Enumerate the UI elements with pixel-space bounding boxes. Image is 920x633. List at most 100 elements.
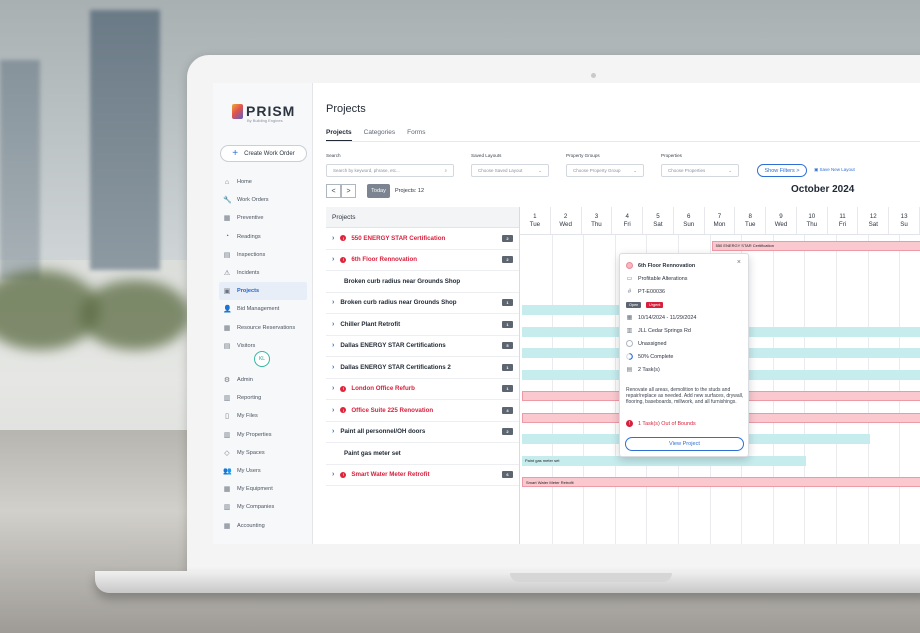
popup-out-of-bounds: ! 1 Task(s) Out of Bounds (626, 420, 696, 427)
sidebar-item-home[interactable]: ⌂ Home (213, 173, 313, 191)
sidebar-item-label: Admin (237, 377, 253, 384)
sidebar-item-bid-management[interactable]: 👤 Bid Management (213, 300, 313, 318)
project-row[interactable]: › Dallas ENERGY STAR Certifications 2 1 (326, 357, 519, 379)
grid-line (836, 235, 837, 544)
calendar-days-header: 1 Tue 2 Wed 3 Thu 4 Fri 5 Sat 6 Sun 7 Mon 8 Tue 9 Wed 10 Th… (520, 207, 920, 235)
sidebar-item-reporting[interactable]: ▥ Reporting (213, 389, 313, 407)
calendar-day: 5 Sat (643, 207, 674, 234)
save-layout-link[interactable]: ▣ Save New Layout (814, 167, 855, 173)
project-row[interactable]: ›! 550 ENERGY STAR Certification 2 (326, 228, 519, 250)
popup-assignee-row: Unassigned (626, 340, 666, 347)
sidebar-item-label: My Files (237, 413, 258, 420)
sidebar-item-my-companies[interactable]: ▥ My Companies (213, 498, 313, 516)
tab-forms[interactable]: Forms (407, 129, 425, 141)
prev-button[interactable]: < (326, 184, 341, 198)
sidebar-item-resource-reservations[interactable]: ▦ Resource Reservations (213, 319, 313, 337)
day-number: 7 (717, 213, 722, 220)
chevron-right-icon[interactable]: › (332, 299, 334, 306)
view-project-button[interactable]: View Project (625, 437, 744, 451)
sidebar-item-label: My Properties (237, 431, 272, 438)
chevron-right-icon[interactable]: › (332, 342, 334, 349)
project-row[interactable]: ›! 6th Floor Rennovation 2 (326, 250, 519, 271)
sidebar-item-projects[interactable]: ▣ Projects (219, 282, 307, 301)
sidebar-item-my-equipment[interactable]: ▦ My Equipment (213, 480, 313, 498)
project-list-header: Projects (326, 207, 519, 228)
chevron-right-icon[interactable]: › (332, 256, 334, 263)
tab-categories[interactable]: Categories (364, 129, 395, 141)
grid-line (551, 235, 553, 544)
chevron-down-icon: ⌄ (728, 167, 732, 173)
project-row[interactable]: › Chiller Plant Retrofit 1 (326, 314, 519, 336)
alert-icon: ! (340, 385, 347, 392)
chevron-right-icon[interactable]: › (332, 235, 334, 242)
gantt-bar[interactable]: Paint gas meter set (522, 455, 807, 466)
day-weekday: Wed (774, 221, 788, 228)
search-input[interactable]: Search by keyword, phrase, etc... ⌕ (326, 164, 454, 177)
status-dot-icon (626, 262, 633, 269)
properties-select[interactable]: Choose Properties ⌄ (661, 164, 739, 177)
task-count-badge: 5 (502, 342, 513, 350)
avatar[interactable]: KL (254, 351, 270, 367)
project-row[interactable]: › Dallas ENERGY STAR Certifications 5 (326, 336, 519, 357)
badge-icon: ▤ (223, 342, 231, 350)
gantt-bar[interactable]: Smart Water Meter Retrofit (522, 477, 920, 487)
tab-projects[interactable]: Projects (326, 129, 352, 141)
popup-tasks-row: ▤ 2 Task(s) (626, 366, 660, 374)
grid-line (614, 235, 616, 544)
grid-line (899, 235, 901, 544)
create-work-order-button[interactable]: + Create Work Order (220, 145, 307, 162)
user-avatar-icon (626, 340, 633, 347)
sidebar-item-my-users[interactable]: 👥 My Users (213, 462, 313, 480)
sidebar-item-accounting[interactable]: ▦ Accounting (213, 517, 313, 535)
project-row[interactable]: ›! Smart Water Meter Retrofit 6 (326, 465, 519, 486)
sidebar-item-work-orders[interactable]: 🔧 Work Orders (213, 191, 313, 209)
sidebar-item-inspections[interactable]: ▤ Inspections (213, 246, 313, 264)
plus-icon: + (232, 148, 239, 159)
popup-tasks: 2 Task(s) (638, 366, 660, 373)
project-row[interactable]: Broken curb radius near Grounds Shop (326, 271, 519, 293)
show-filters-button[interactable]: Show Filters > (757, 164, 807, 177)
day-weekday: Su (900, 221, 908, 228)
chevron-right-icon[interactable]: › (332, 321, 334, 328)
project-list: Projects ›! 550 ENERGY STAR Certification… (326, 207, 520, 544)
sidebar-item-preventive[interactable]: ▦ Preventive (213, 209, 313, 227)
properties-label: Properties (661, 153, 682, 158)
project-row[interactable]: Paint gas meter set (326, 443, 519, 465)
saved-layouts-select[interactable]: Choose Saved Layout ⌄ (471, 164, 549, 177)
sidebar-nav: ⌂ Home 🔧 Work Orders ▦ Preventive ◔ Readings ▤ In… (213, 173, 313, 355)
chevron-right-icon[interactable]: › (332, 364, 334, 371)
gantt-bar[interactable]: 550 ENERGY STAR Certification (711, 240, 920, 251)
day-number: 4 (625, 213, 629, 220)
project-name: Chiller Plant Retrofit (340, 320, 401, 328)
sidebar-item-my-properties[interactable]: ▥ My Properties (213, 426, 313, 444)
sidebar-item-admin[interactable]: ⚙ Admin (213, 371, 313, 389)
sidebar-item-label: My Companies (237, 504, 275, 511)
chevron-down-icon: ⌄ (633, 167, 637, 173)
project-name: Office Suite 225 Renovation (351, 406, 434, 414)
chevron-right-icon[interactable]: › (332, 471, 334, 478)
project-row[interactable]: › Paint all personnel/OH doors 2 (326, 422, 519, 443)
day-weekday: Sat (868, 221, 878, 228)
popup-dates-row: ▦ 10/14/2024 - 11/29/2024 (626, 314, 697, 322)
close-icon[interactable]: × (737, 259, 741, 266)
task-count-badge: 6 (502, 471, 513, 479)
sidebar-item-my-spaces[interactable]: ◇ My Spaces (213, 444, 313, 462)
sidebar-item-incidents[interactable]: ⚠ Incidents (213, 264, 313, 282)
project-row[interactable]: ›! Office Suite 225 Renovation 4 (326, 400, 519, 422)
calendar-day: 2 Wed (551, 207, 582, 234)
project-row[interactable]: › Broken curb radius near Grounds Shop 1 (326, 293, 519, 314)
day-number: 10 (808, 213, 816, 220)
project-row[interactable]: ›! London Office Refurb 1 (326, 379, 519, 400)
building-icon: ▥ (626, 328, 633, 334)
chevron-right-icon[interactable]: › (332, 407, 334, 414)
popup-title: 6th Floor Rennovation (638, 262, 696, 269)
property-groups-select[interactable]: Choose Property Group ⌄ (566, 164, 644, 177)
today-button[interactable]: Today (367, 184, 390, 198)
chart-icon: ▥ (223, 395, 231, 403)
next-button[interactable]: > (341, 184, 356, 198)
sidebar-item-my-files[interactable]: ▯ My Files (213, 407, 313, 425)
chevron-right-icon[interactable]: › (332, 428, 334, 435)
prism-logo[interactable]: PRISM (232, 103, 295, 119)
sidebar-item-readings[interactable]: ◔ Readings (213, 228, 313, 246)
chevron-right-icon[interactable]: › (332, 385, 334, 392)
